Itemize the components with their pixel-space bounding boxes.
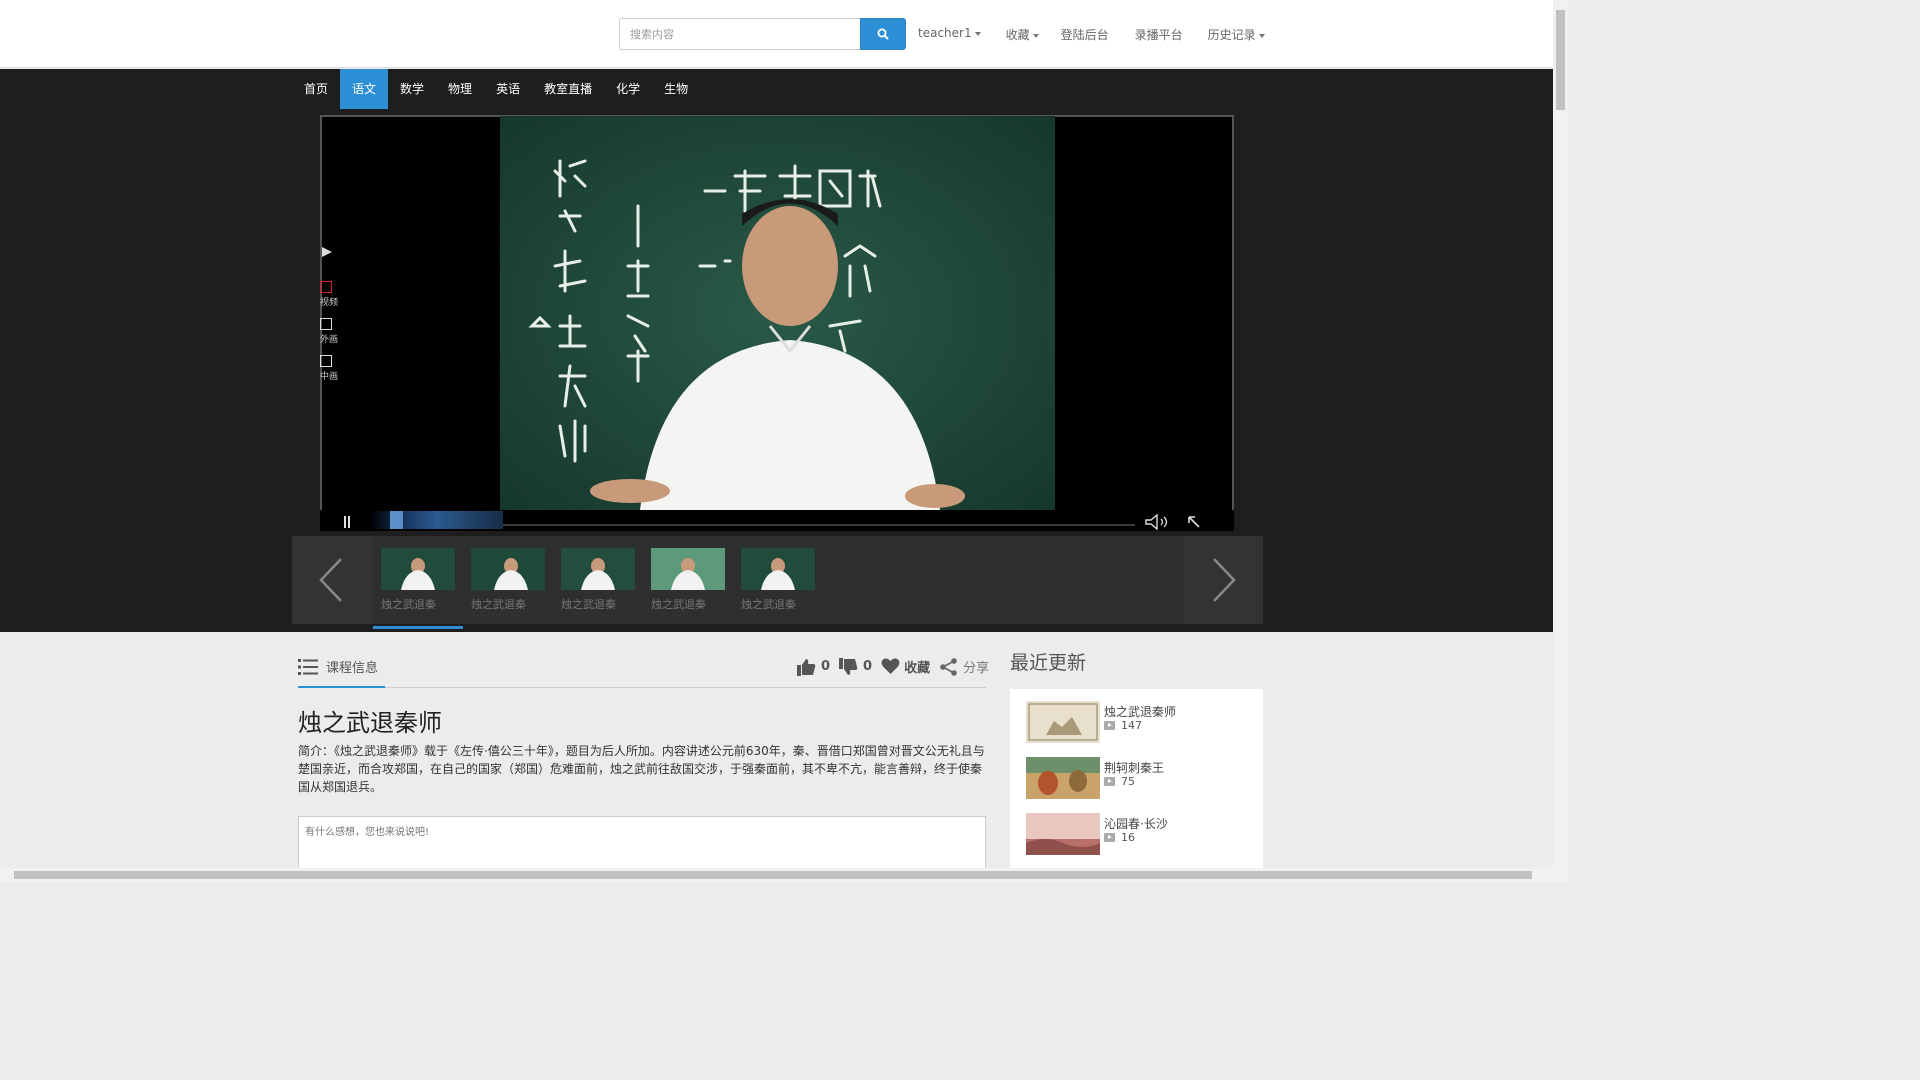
playlist-prev-button[interactable]: [292, 536, 372, 624]
play-icon: [1104, 777, 1115, 786]
thumbs-down-icon: [839, 657, 858, 675]
view-count: 16: [1104, 831, 1135, 844]
dislike-button[interactable]: 0: [839, 657, 872, 676]
pause-icon: [344, 516, 350, 528]
recent-thumbnail: [1026, 701, 1100, 743]
like-button[interactable]: 0: [797, 658, 830, 676]
playlist-active-indicator: [373, 626, 463, 629]
scrollbar-thumb[interactable]: [1556, 10, 1565, 110]
chevron-down-icon: [974, 31, 981, 36]
volume-button[interactable]: [1144, 513, 1172, 533]
expand-icon: [1188, 516, 1200, 528]
chevron-down-icon: [1258, 33, 1265, 38]
nav-item-home[interactable]: 首页: [292, 69, 340, 109]
list-icon: [298, 658, 318, 675]
playlist-item[interactable]: 烛之武退秦: [651, 548, 725, 612]
course-description: 简介：《烛之武退秦师》载于《左传·僖公三十年》，题目为后人所加。内容讲述公元前6…: [298, 744, 985, 794]
nav-item-live-classroom[interactable]: 教室直播: [532, 69, 604, 109]
main-nav: 首页 语文 数学 物理 英语 教室直播 化学 生物: [292, 69, 700, 109]
nav-item-physics[interactable]: 物理: [436, 69, 484, 109]
recent-thumbnail: [1026, 757, 1100, 799]
play-icon: [1104, 833, 1115, 842]
view-count: 75: [1104, 775, 1135, 788]
progress-handle[interactable]: [390, 511, 403, 529]
nav-item-math[interactable]: 数学: [388, 69, 436, 109]
thumbs-up-icon: [797, 658, 816, 676]
heart-icon: [881, 658, 900, 674]
share-icon: [940, 657, 957, 676]
square-icon: [320, 281, 332, 293]
tool-video[interactable]: 视频: [320, 281, 350, 308]
favorites-menu[interactable]: 收藏: [1006, 26, 1039, 43]
fullscreen-button[interactable]: [1187, 515, 1203, 532]
volume-icon: [1145, 513, 1168, 531]
play-icon: [1104, 721, 1115, 730]
tab-course-info[interactable]: 课程信息: [298, 657, 378, 676]
thumbnail-image: [561, 548, 635, 590]
view-count: 147: [1104, 719, 1142, 732]
playlist-item[interactable]: 烛之武退秦: [381, 548, 455, 612]
history-menu[interactable]: 历史记录: [1208, 26, 1265, 43]
player-side-tools: 视频 外画 中画: [320, 245, 350, 392]
square-icon: [320, 318, 332, 330]
user-menu[interactable]: teacher1: [918, 26, 981, 43]
tool-middle-view[interactable]: 中画: [320, 355, 350, 382]
top-nav: teacher1 收藏 登陆后台 录播平台 历史记录: [918, 26, 1265, 43]
course-actions: 0 0 收藏 分享: [797, 657, 998, 676]
playlist-item[interactable]: 烛之武退秦: [561, 548, 635, 612]
nav-item-biology[interactable]: 生物: [652, 69, 700, 109]
pause-button[interactable]: [343, 515, 351, 532]
search-icon: [877, 28, 889, 40]
recording-link[interactable]: 录播平台: [1135, 26, 1183, 43]
comment-input[interactable]: [298, 816, 986, 876]
search-input[interactable]: [619, 18, 861, 50]
tab-divider: [298, 687, 986, 688]
scrollbar-thumb[interactable]: [14, 871, 1532, 879]
admin-link[interactable]: 登陆后台: [1061, 26, 1109, 43]
playlist-item[interactable]: 烛之武退秦: [471, 548, 545, 612]
chevron-right-icon: [1213, 558, 1236, 602]
favorite-button[interactable]: 收藏: [881, 657, 930, 676]
search-button[interactable]: [860, 18, 906, 50]
square-icon: [320, 355, 332, 367]
lecture-video-image: [500, 116, 1055, 510]
playlist-next-button[interactable]: [1183, 536, 1263, 624]
vertical-scrollbar[interactable]: [1553, 0, 1568, 882]
thumbnail-image: [381, 548, 455, 590]
thumbnail-image: [471, 548, 545, 590]
nav-item-chinese[interactable]: 语文: [340, 69, 389, 109]
recent-item[interactable]: 烛之武退秦师 147: [1026, 701, 1256, 743]
playlist-item[interactable]: 烛之武退秦: [741, 548, 815, 612]
share-button[interactable]: 分享: [939, 657, 989, 676]
course-title: 烛之武退秦师: [298, 709, 442, 737]
recent-item[interactable]: 荆轲刺秦王 75: [1026, 757, 1256, 799]
thumbnail-image: [741, 548, 815, 590]
recent-item[interactable]: 沁园春·长沙 16: [1026, 813, 1256, 855]
thumbnail-image: [651, 548, 725, 590]
nav-item-english[interactable]: 英语: [484, 69, 532, 109]
video-frame[interactable]: [500, 116, 1055, 510]
chevron-down-icon: [1032, 33, 1039, 38]
tool-outer-view[interactable]: 外画: [320, 318, 350, 345]
nav-item-chemistry[interactable]: 化学: [604, 69, 652, 109]
play-mode-arrow-icon[interactable]: [320, 245, 350, 259]
recent-thumbnail: [1026, 813, 1100, 855]
horizontal-scrollbar[interactable]: [0, 868, 1553, 882]
tab-active-indicator: [298, 686, 385, 688]
chevron-left-icon: [319, 558, 342, 602]
recent-updates-title: 最近更新: [1010, 652, 1087, 674]
